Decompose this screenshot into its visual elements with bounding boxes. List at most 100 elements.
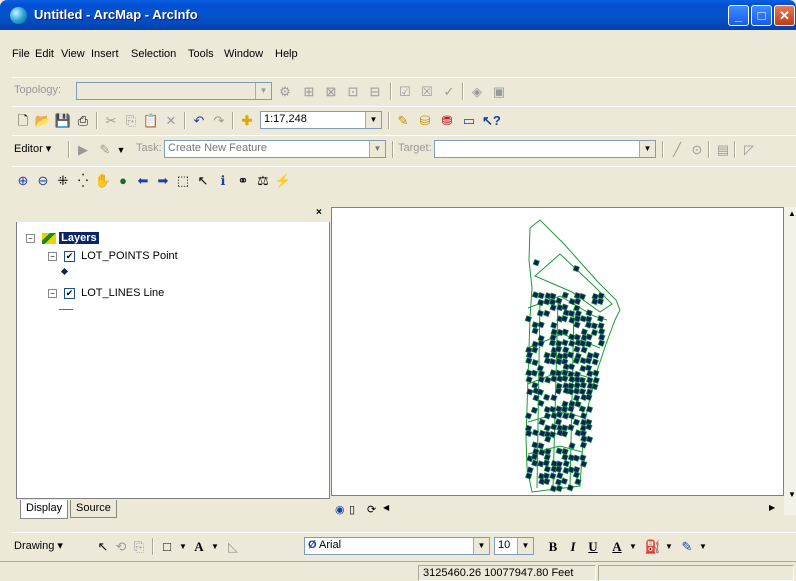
task-combo[interactable]: Create New Feature ▼ bbox=[164, 140, 386, 158]
arctoolbox-icon[interactable]: ⛃ bbox=[438, 112, 456, 130]
error-check-icon[interactable]: ✓ bbox=[440, 83, 458, 101]
font-color-dropdown-icon[interactable]: ▼ bbox=[624, 538, 642, 556]
redo-icon[interactable]: ↷ bbox=[210, 112, 228, 130]
chevron-down-icon[interactable]: ▼ bbox=[639, 141, 655, 157]
fixed-zoom-out-icon[interactable]: ⁛ bbox=[74, 172, 92, 190]
menu-view[interactable]: View bbox=[61, 48, 85, 60]
chevron-down-icon[interactable]: ▼ bbox=[365, 112, 381, 128]
fill-color-dropdown-icon[interactable]: ▼ bbox=[660, 538, 678, 556]
select-elements-icon[interactable]: ↖ bbox=[94, 538, 112, 556]
refresh-view-icon[interactable]: ⟳ bbox=[367, 503, 376, 516]
toc-root[interactable]: − Layers bbox=[26, 232, 99, 244]
chevron-down-icon[interactable]: ▼ bbox=[473, 538, 489, 554]
open-folder-icon[interactable]: 📂 bbox=[34, 112, 52, 130]
validate-icon[interactable]: ⊡ bbox=[344, 83, 362, 101]
menu-selection[interactable]: Selection bbox=[131, 48, 176, 60]
save-icon[interactable]: 💾 bbox=[54, 112, 72, 130]
menu-window[interactable]: Window bbox=[224, 48, 263, 60]
layer-name[interactable]: LOT_POINTS Point bbox=[81, 250, 178, 262]
split-tool-icon[interactable]: ╱ bbox=[668, 141, 686, 159]
toc-close-icon[interactable]: × bbox=[316, 207, 322, 218]
scroll-left-icon[interactable]: ◀ bbox=[383, 503, 389, 512]
menu-file[interactable]: File bbox=[12, 48, 30, 60]
underline-icon[interactable]: U bbox=[584, 538, 602, 556]
layer-name[interactable]: LOT_LINES Line bbox=[81, 287, 164, 299]
menu-tools[interactable]: Tools bbox=[188, 48, 214, 60]
line-symbol-icon[interactable] bbox=[59, 309, 73, 310]
topology-combo[interactable]: ▼ bbox=[76, 82, 272, 100]
show-shared-icon[interactable]: ▣ bbox=[490, 83, 508, 101]
target-combo[interactable]: ▼ bbox=[434, 140, 656, 158]
cut-icon[interactable]: ✂ bbox=[102, 112, 120, 130]
minimize-button[interactable]: _ bbox=[728, 5, 749, 26]
text-dropdown-icon[interactable]: ▼ bbox=[206, 538, 224, 556]
attributes-icon[interactable]: ▤ bbox=[714, 141, 732, 159]
layer-visibility-checkbox[interactable]: ✔ bbox=[64, 287, 76, 299]
zoom-in-icon[interactable]: ⊕ bbox=[14, 172, 32, 190]
forward-extent-icon[interactable]: ➡ bbox=[154, 172, 172, 190]
undo-icon[interactable]: ↶ bbox=[190, 112, 208, 130]
build-topology-icon[interactable]: ⊠ bbox=[322, 83, 340, 101]
measure-icon[interactable]: ⚖ bbox=[254, 172, 272, 190]
chevron-down-icon[interactable]: ▼ bbox=[369, 141, 385, 157]
chevron-down-icon[interactable]: ▼ bbox=[517, 538, 533, 554]
select-features-icon[interactable]: ⬚ bbox=[174, 172, 192, 190]
title-bar[interactable]: Untitled - ArcMap - ArcInfo _ □ ✕ bbox=[0, 0, 796, 30]
rotate-tool-icon[interactable]: ⊙ bbox=[688, 141, 706, 159]
pan-icon[interactable]: ✋ bbox=[94, 172, 112, 190]
map-horizontal-scrollbar[interactable]: ◉ ▯ ⟳ ◀ ▶ bbox=[331, 500, 784, 517]
data-view-icon[interactable]: ◉ bbox=[335, 503, 345, 516]
full-extent-icon[interactable]: ● bbox=[114, 172, 132, 190]
font-combo[interactable]: Ø Arial ▼ bbox=[304, 537, 490, 555]
zoom-out-icon[interactable]: ⊖ bbox=[34, 172, 52, 190]
select-elements-icon[interactable]: ↖ bbox=[194, 172, 212, 190]
add-data-icon[interactable]: ✚ bbox=[238, 112, 256, 130]
shared-features-icon[interactable]: ◈ bbox=[468, 83, 486, 101]
error-inspector-icon[interactable]: ☒ bbox=[418, 83, 436, 101]
copy-icon[interactable]: ⎘ bbox=[122, 112, 140, 130]
scroll-down-icon[interactable]: ▼ bbox=[788, 490, 796, 499]
sketch-tool-dropdown-icon[interactable]: ▼ bbox=[112, 141, 130, 159]
print-icon[interactable]: ⎙ bbox=[74, 112, 92, 130]
back-extent-icon[interactable]: ⬅ bbox=[134, 172, 152, 190]
menu-help[interactable]: Help bbox=[275, 48, 298, 60]
menu-insert[interactable]: Insert bbox=[91, 48, 119, 60]
topology-icon[interactable]: ⚙ bbox=[276, 83, 294, 101]
edit-tool-icon[interactable]: ▶ bbox=[74, 141, 92, 159]
fixed-zoom-in-icon[interactable]: ⁜ bbox=[54, 172, 72, 190]
fix-error-icon[interactable]: ☑ bbox=[396, 83, 414, 101]
map-scale-combo[interactable]: 1:17,248 ▼ bbox=[260, 111, 382, 129]
map-display[interactable] bbox=[331, 207, 784, 496]
editor-menu[interactable]: Editor ▾ bbox=[14, 142, 51, 155]
map-topology-icon[interactable]: ⊞ bbox=[300, 83, 318, 101]
layout-view-icon[interactable]: ▯ bbox=[349, 503, 355, 516]
find-icon[interactable]: ⚭ bbox=[234, 172, 252, 190]
tab-source[interactable]: Source bbox=[70, 500, 117, 518]
new-document-icon[interactable]: 🗋 bbox=[14, 112, 32, 130]
maximize-button[interactable]: □ bbox=[751, 5, 772, 26]
zoom-whole-page-icon[interactable]: ⎘ bbox=[130, 538, 148, 556]
drawing-menu[interactable]: Drawing ▾ bbox=[14, 539, 63, 552]
edit-vertices-icon[interactable]: ◺ bbox=[224, 538, 242, 556]
paste-icon[interactable]: 📋 bbox=[142, 112, 160, 130]
scroll-up-icon[interactable]: ▲ bbox=[788, 209, 796, 218]
chevron-down-icon[interactable]: ▼ bbox=[255, 83, 271, 99]
command-line-icon[interactable]: ▭ bbox=[460, 112, 478, 130]
collapse-icon[interactable]: − bbox=[26, 233, 35, 243]
sketch-properties-icon[interactable]: ◸ bbox=[740, 141, 758, 159]
tab-display[interactable]: Display bbox=[20, 500, 69, 519]
bold-icon[interactable]: B bbox=[544, 538, 562, 556]
rotate-icon[interactable]: ⟲ bbox=[112, 538, 130, 556]
whats-this-help-icon[interactable]: ↖? bbox=[482, 112, 501, 130]
close-button[interactable]: ✕ bbox=[774, 5, 795, 26]
line-color-dropdown-icon[interactable]: ▼ bbox=[694, 538, 712, 556]
collapse-icon[interactable]: − bbox=[48, 251, 57, 261]
collapse-icon[interactable]: − bbox=[48, 288, 57, 298]
font-size-combo[interactable]: 10 ▼ bbox=[494, 537, 534, 555]
map-canvas[interactable] bbox=[332, 208, 783, 495]
scroll-right-icon[interactable]: ▶ bbox=[769, 503, 775, 512]
layer-lot-points[interactable]: − ✔ LOT_POINTS Point bbox=[48, 250, 178, 262]
italic-icon[interactable]: I bbox=[564, 538, 582, 556]
map-vertical-scrollbar[interactable]: ▲ ▼ bbox=[784, 207, 796, 515]
editor-toolbar-icon[interactable]: ✎ bbox=[394, 112, 412, 130]
